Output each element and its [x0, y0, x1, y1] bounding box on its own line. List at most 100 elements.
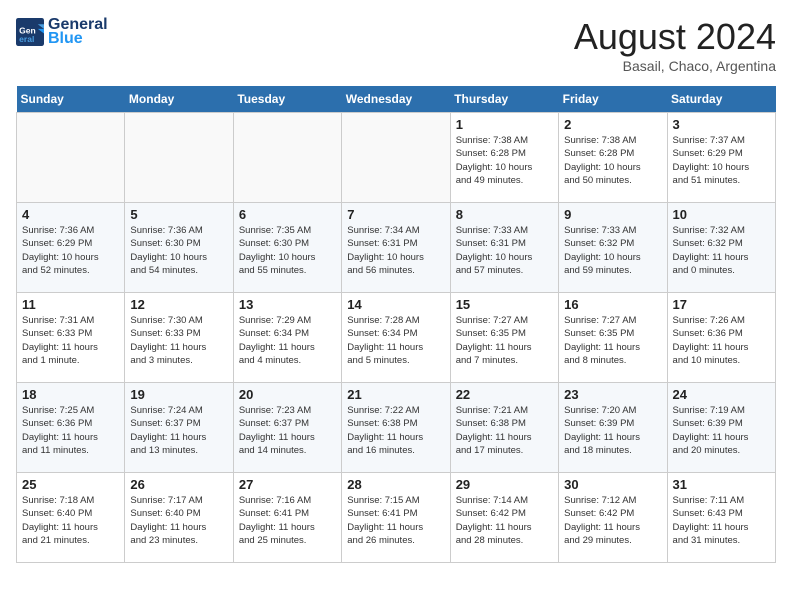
weekday-header-sunday: Sunday [17, 86, 125, 113]
calendar-cell: 17 Sunrise: 7:26 AM Sunset: 6:36 PM Dayli… [667, 293, 775, 383]
day-number: 19 [130, 387, 227, 402]
day-number: 24 [673, 387, 770, 402]
day-number: 29 [456, 477, 553, 492]
cell-text: Sunrise: 7:19 AM Sunset: 6:39 PM Dayligh… [673, 404, 770, 457]
calendar-cell: 11Sunrise: 7:31 AM Sunset: 6:33 PM Dayli… [17, 293, 125, 383]
calendar-cell: 31Sunrise: 7:11 AM Sunset: 6:43 PM Dayli… [667, 473, 775, 563]
header-row: SundayMondayTuesdayWednesdayThursdayFrid… [17, 86, 776, 113]
month-title: August 2024 [574, 16, 776, 58]
day-number: 14 [347, 297, 444, 312]
day-number: 3 [673, 117, 770, 132]
calendar-cell [125, 113, 233, 203]
calendar-cell: 3 Sunrise: 7:37 AM Sunset: 6:29 PM Daylig… [667, 113, 775, 203]
calendar-cell: 10 Sunrise: 7:32 AM Sunset: 6:32 PM Dayli… [667, 203, 775, 293]
weekday-header-monday: Monday [125, 86, 233, 113]
cell-text: Sunrise: 7:15 AM Sunset: 6:41 PM Dayligh… [347, 494, 444, 547]
cell-text: Sunrise: 7:35 AM Sunset: 6:30 PM Dayligh… [239, 224, 336, 277]
calendar-week-row: 1 Sunrise: 7:38 AM Sunset: 6:28 PM Daylig… [17, 113, 776, 203]
cell-text: Sunrise: 7:27 AM Sunset: 6:35 PM Dayligh… [456, 314, 553, 367]
weekday-header-saturday: Saturday [667, 86, 775, 113]
calendar-cell: 2 Sunrise: 7:38 AM Sunset: 6:28 PM Daylig… [559, 113, 667, 203]
cell-text: Sunrise: 7:36 AM Sunset: 6:29 PM Dayligh… [22, 224, 119, 277]
location: Basail, Chaco, Argentina [574, 58, 776, 74]
calendar-week-row: 25 Sunrise: 7:18 AM Sunset: 6:40 PM Dayli… [17, 473, 776, 563]
calendar-cell: 16 Sunrise: 7:27 AM Sunset: 6:35 PM Dayli… [559, 293, 667, 383]
day-number: 26 [130, 477, 227, 492]
day-number: 12 [130, 297, 227, 312]
calendar-cell: 24 Sunrise: 7:19 AM Sunset: 6:39 PM Dayli… [667, 383, 775, 473]
weekday-header-thursday: Thursday [450, 86, 558, 113]
day-number: 7 [347, 207, 444, 222]
page-header: Gen eral General Blue August 2024 Basail… [16, 16, 776, 74]
calendar-cell: 7 Sunrise: 7:34 AM Sunset: 6:31 PM Daylig… [342, 203, 450, 293]
cell-text: Sunrise: 7:21 AM Sunset: 6:38 PM Dayligh… [456, 404, 553, 457]
day-number: 8 [456, 207, 553, 222]
calendar-week-row: 18 Sunrise: 7:25 AM Sunset: 6:36 PM Dayli… [17, 383, 776, 473]
day-number: 30 [564, 477, 661, 492]
calendar-cell: 12 Sunrise: 7:30 AM Sunset: 6:33 PM Dayli… [125, 293, 233, 383]
calendar-cell: 26Sunrise: 7:17 AM Sunset: 6:40 PM Dayli… [125, 473, 233, 563]
cell-text: Sunrise: 7:33 AM Sunset: 6:32 PM Dayligh… [564, 224, 661, 277]
logo-text: General Blue [48, 16, 108, 48]
calendar-cell: 8Sunrise: 7:33 AM Sunset: 6:31 PM Daylig… [450, 203, 558, 293]
day-number: 6 [239, 207, 336, 222]
calendar-cell: 22Sunrise: 7:21 AM Sunset: 6:38 PM Dayli… [450, 383, 558, 473]
calendar-cell: 28 Sunrise: 7:15 AM Sunset: 6:41 PM Dayli… [342, 473, 450, 563]
calendar-cell: 4Sunrise: 7:36 AM Sunset: 6:29 PM Daylig… [17, 203, 125, 293]
calendar-cell: 23Sunrise: 7:20 AM Sunset: 6:39 PM Dayli… [559, 383, 667, 473]
cell-text: Sunrise: 7:12 AM Sunset: 6:42 PM Dayligh… [564, 494, 661, 547]
calendar-cell [233, 113, 341, 203]
calendar-week-row: 11Sunrise: 7:31 AM Sunset: 6:33 PM Dayli… [17, 293, 776, 383]
cell-text: Sunrise: 7:32 AM Sunset: 6:32 PM Dayligh… [673, 224, 770, 277]
cell-text: Sunrise: 7:20 AM Sunset: 6:39 PM Dayligh… [564, 404, 661, 457]
cell-text: Sunrise: 7:38 AM Sunset: 6:28 PM Dayligh… [456, 134, 553, 187]
cell-text: Sunrise: 7:22 AM Sunset: 6:38 PM Dayligh… [347, 404, 444, 457]
cell-text: Sunrise: 7:18 AM Sunset: 6:40 PM Dayligh… [22, 494, 119, 547]
day-number: 25 [22, 477, 119, 492]
day-number: 5 [130, 207, 227, 222]
calendar-cell: 6 Sunrise: 7:35 AM Sunset: 6:30 PM Daylig… [233, 203, 341, 293]
day-number: 31 [673, 477, 770, 492]
logo: Gen eral General Blue [16, 16, 108, 48]
calendar-cell: 14Sunrise: 7:28 AM Sunset: 6:34 PM Dayli… [342, 293, 450, 383]
day-number: 9 [564, 207, 661, 222]
day-number: 17 [673, 297, 770, 312]
weekday-header-wednesday: Wednesday [342, 86, 450, 113]
day-number: 27 [239, 477, 336, 492]
cell-text: Sunrise: 7:38 AM Sunset: 6:28 PM Dayligh… [564, 134, 661, 187]
day-number: 28 [347, 477, 444, 492]
calendar-cell: 15 Sunrise: 7:27 AM Sunset: 6:35 PM Dayli… [450, 293, 558, 383]
weekday-header-friday: Friday [559, 86, 667, 113]
calendar-cell: 13 Sunrise: 7:29 AM Sunset: 6:34 PM Dayli… [233, 293, 341, 383]
day-number: 11 [22, 297, 119, 312]
cell-text: Sunrise: 7:26 AM Sunset: 6:36 PM Dayligh… [673, 314, 770, 367]
day-number: 20 [239, 387, 336, 402]
calendar-cell: 18 Sunrise: 7:25 AM Sunset: 6:36 PM Dayli… [17, 383, 125, 473]
day-number: 15 [456, 297, 553, 312]
calendar-cell [17, 113, 125, 203]
cell-text: Sunrise: 7:27 AM Sunset: 6:35 PM Dayligh… [564, 314, 661, 367]
cell-text: Sunrise: 7:37 AM Sunset: 6:29 PM Dayligh… [673, 134, 770, 187]
day-number: 1 [456, 117, 553, 132]
cell-text: Sunrise: 7:25 AM Sunset: 6:36 PM Dayligh… [22, 404, 119, 457]
calendar-cell: 9 Sunrise: 7:33 AM Sunset: 6:32 PM Daylig… [559, 203, 667, 293]
calendar-cell: 29Sunrise: 7:14 AM Sunset: 6:42 PM Dayli… [450, 473, 558, 563]
day-number: 18 [22, 387, 119, 402]
day-number: 21 [347, 387, 444, 402]
cell-text: Sunrise: 7:24 AM Sunset: 6:37 PM Dayligh… [130, 404, 227, 457]
day-number: 13 [239, 297, 336, 312]
day-number: 2 [564, 117, 661, 132]
calendar-cell [342, 113, 450, 203]
cell-text: Sunrise: 7:23 AM Sunset: 6:37 PM Dayligh… [239, 404, 336, 457]
cell-text: Sunrise: 7:29 AM Sunset: 6:34 PM Dayligh… [239, 314, 336, 367]
cell-text: Sunrise: 7:30 AM Sunset: 6:33 PM Dayligh… [130, 314, 227, 367]
day-number: 16 [564, 297, 661, 312]
cell-text: Sunrise: 7:16 AM Sunset: 6:41 PM Dayligh… [239, 494, 336, 547]
calendar-table: SundayMondayTuesdayWednesdayThursdayFrid… [16, 86, 776, 563]
day-number: 10 [673, 207, 770, 222]
calendar-cell: 5Sunrise: 7:36 AM Sunset: 6:30 PM Daylig… [125, 203, 233, 293]
calendar-week-row: 4Sunrise: 7:36 AM Sunset: 6:29 PM Daylig… [17, 203, 776, 293]
cell-text: Sunrise: 7:34 AM Sunset: 6:31 PM Dayligh… [347, 224, 444, 277]
title-block: August 2024 Basail, Chaco, Argentina [574, 16, 776, 74]
calendar-cell: 27 Sunrise: 7:16 AM Sunset: 6:41 PM Dayli… [233, 473, 341, 563]
